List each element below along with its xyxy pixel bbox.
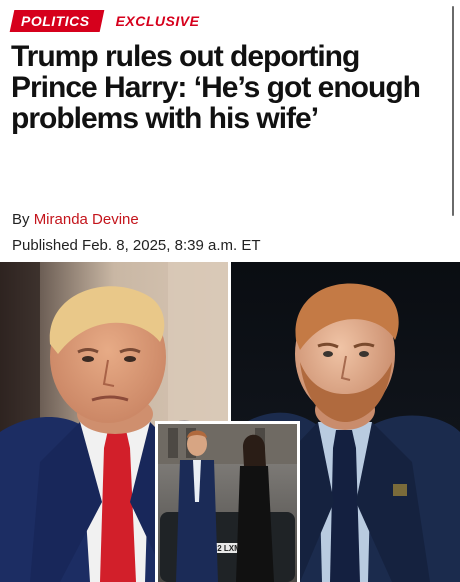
exclusive-label: EXCLUSIVE — [115, 13, 200, 29]
byline-prefix: By — [12, 211, 30, 228]
photo-illustration: 2 LXM — [0, 262, 460, 582]
article-photo[interactable]: 2 LXM — [0, 262, 460, 582]
published-date: Published Feb. 8, 2025, 8:39 a.m. ET — [12, 237, 261, 254]
section-tag[interactable]: POLITICS — [9, 10, 104, 32]
article-headline: Trump rules out deporting Prince Harry: … — [11, 40, 421, 135]
article-tags: POLITICS EXCLUSIVE — [9, 10, 200, 32]
byline: By Miranda Devine — [12, 211, 139, 228]
inset-couple-photo: 2 LXM — [155, 421, 300, 582]
author-link[interactable]: Miranda Devine — [34, 211, 139, 228]
scrollbar[interactable] — [452, 6, 454, 216]
